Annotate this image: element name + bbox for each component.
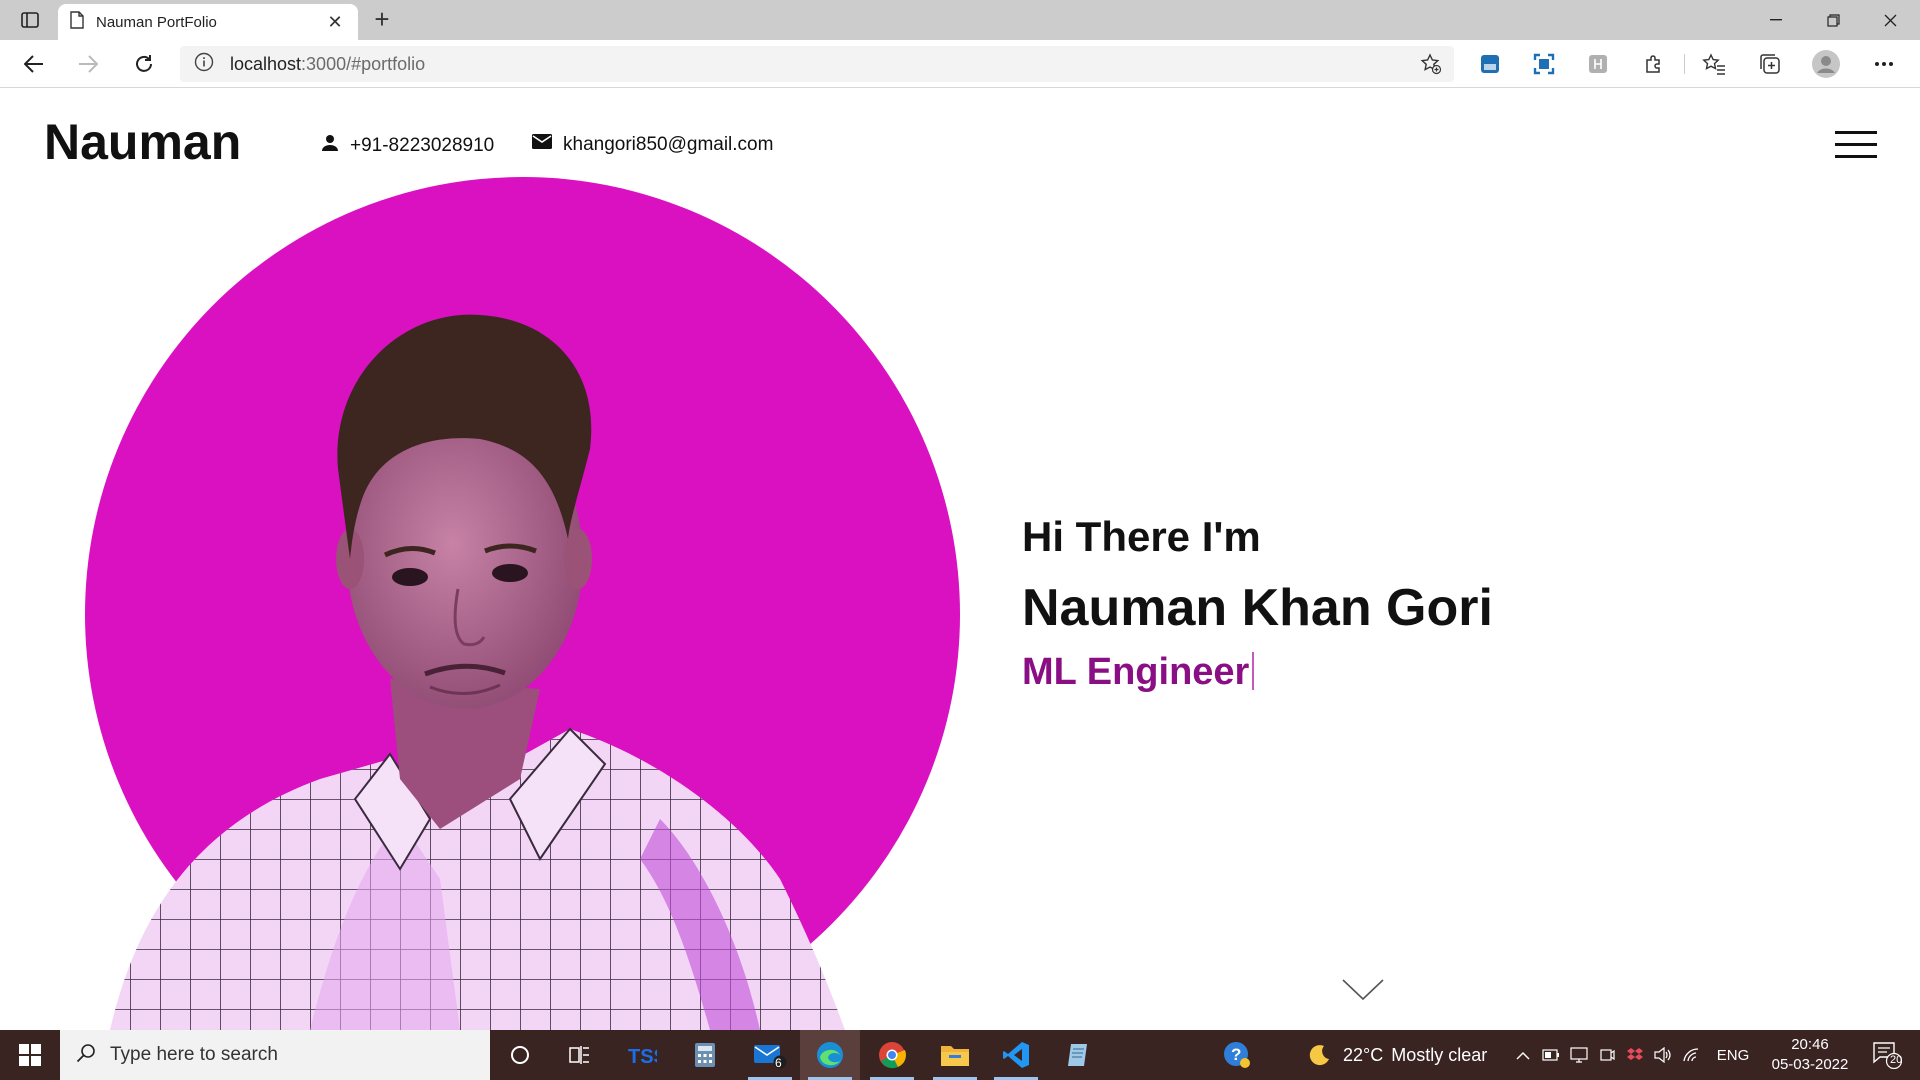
browser-tab[interactable]: Nauman PortFolio ✕ [58, 4, 358, 40]
phone-number: +91-8223028910 [350, 135, 495, 156]
weather-condition: Mostly clear [1391, 1044, 1488, 1065]
windows-start-icon[interactable] [0, 1030, 60, 1080]
new-tab-button[interactable]: + [368, 6, 396, 34]
search-placeholder: Type here to search [110, 1044, 278, 1065]
notepad-icon[interactable] [1048, 1030, 1108, 1080]
device-tray-icon[interactable] [1594, 1030, 1620, 1080]
svg-text:?: ? [1231, 1045, 1241, 1064]
show-hidden-icons-chevron-icon[interactable] [1508, 1030, 1538, 1080]
email-contact[interactable]: khangori850@gmail.com [531, 133, 773, 156]
site-info-icon[interactable] [194, 52, 214, 77]
clock-time: 20:46 [1791, 1036, 1829, 1053]
site-brand[interactable]: Nauman [44, 113, 241, 171]
calculator-icon[interactable] [675, 1030, 735, 1080]
display-tray-icon[interactable] [1566, 1030, 1592, 1080]
moon-weather-icon [1307, 1043, 1331, 1067]
weather-widget[interactable]: 22°C Mostly clear [1307, 1030, 1487, 1080]
restore-icon[interactable] [1805, 0, 1861, 40]
tab-title: Nauman PortFolio [96, 13, 217, 31]
wifi-icon[interactable] [1678, 1030, 1704, 1080]
mail-app-icon[interactable]: 6 [740, 1030, 800, 1080]
edge-browser-icon[interactable] [800, 1030, 860, 1080]
vscode-icon[interactable] [986, 1030, 1046, 1080]
help-app-icon[interactable]: ? [1212, 1030, 1262, 1080]
page-icon [70, 10, 84, 34]
dropbox-tray-icon[interactable] [1622, 1030, 1648, 1080]
tab-close-icon[interactable]: ✕ [324, 12, 346, 33]
url-host: localhost [230, 53, 302, 74]
url-path: :3000/#portfolio [301, 53, 426, 74]
portfolio-page: Nauman +91-8223028910 khangori850@gmail.… [0, 89, 1920, 1030]
hamburger-line [1835, 143, 1877, 146]
browser-toolbar: localhost:3000/#portfolio [0, 40, 1920, 88]
address-bar[interactable]: localhost:3000/#portfolio [180, 46, 1454, 82]
typing-app-icon[interactable]: TSS [612, 1030, 672, 1080]
url-text: localhost:3000/#portfolio [230, 54, 425, 75]
email-address: khangori850@gmail.com [563, 133, 774, 155]
hamburger-line [1835, 155, 1877, 158]
profile-avatar-icon[interactable] [1812, 50, 1840, 78]
volume-icon[interactable] [1650, 1030, 1676, 1080]
input-language[interactable]: ENG [1708, 1030, 1758, 1080]
windows-taskbar: Type here to search TSS 6 ? 22°C Mostly … [0, 1030, 1920, 1080]
hero-greeting: Hi There I'm [1022, 513, 1261, 560]
hero-name: Nauman Khan Gori [1022, 579, 1493, 637]
collections-icon[interactable] [1756, 50, 1784, 78]
system-clock[interactable]: 20:46 05-03-2022 [1764, 1035, 1856, 1075]
hero-role: ML Engineer [1022, 651, 1255, 694]
scroll-down-chevron-icon[interactable] [1342, 979, 1384, 1006]
extension-gray-icon[interactable] [1584, 50, 1612, 78]
hamburger-line [1835, 131, 1877, 134]
tab-actions-icon[interactable] [14, 8, 46, 32]
add-favorite-icon[interactable] [1420, 53, 1442, 80]
extension-screenshot-icon[interactable] [1530, 50, 1558, 78]
chrome-icon[interactable] [862, 1030, 922, 1080]
forward-icon[interactable] [72, 48, 104, 80]
phone-contact[interactable]: +91-8223028910 [320, 133, 494, 159]
task-view-icon[interactable] [550, 1030, 610, 1080]
hamburger-menu-icon[interactable] [1835, 131, 1877, 159]
extensions-puzzle-icon[interactable] [1640, 50, 1668, 78]
more-options-icon[interactable] [1870, 50, 1898, 78]
search-icon [76, 1043, 96, 1068]
notifications-icon[interactable]: 20 [1862, 1030, 1912, 1080]
mail-badge: 6 [775, 1056, 782, 1070]
person-icon [320, 133, 350, 159]
close-window-icon[interactable] [1862, 0, 1918, 40]
notification-count: 20 [1890, 1054, 1903, 1066]
refresh-icon[interactable] [128, 48, 160, 80]
clock-date: 05-03-2022 [1771, 1056, 1849, 1073]
typing-cursor [1252, 652, 1255, 690]
favorites-icon[interactable] [1700, 50, 1728, 78]
browser-titlebar: Nauman PortFolio ✕ + [0, 0, 1920, 40]
weather-temperature: 22°C [1343, 1044, 1384, 1065]
extension-translate-icon[interactable] [1476, 50, 1504, 78]
back-icon[interactable] [18, 48, 50, 80]
taskbar-search-box[interactable]: Type here to search [60, 1030, 490, 1080]
toolbar-separator [1684, 54, 1685, 74]
svg-text:TSS: TSS [628, 1046, 657, 1068]
file-explorer-icon[interactable] [925, 1030, 985, 1080]
cortana-icon[interactable] [490, 1030, 550, 1080]
profile-photo [110, 314, 845, 1030]
battery-icon[interactable] [1538, 1030, 1564, 1080]
mail-icon [531, 133, 563, 156]
minimize-icon[interactable] [1748, 0, 1804, 40]
typed-role-text: ML Engineer [1022, 651, 1250, 693]
